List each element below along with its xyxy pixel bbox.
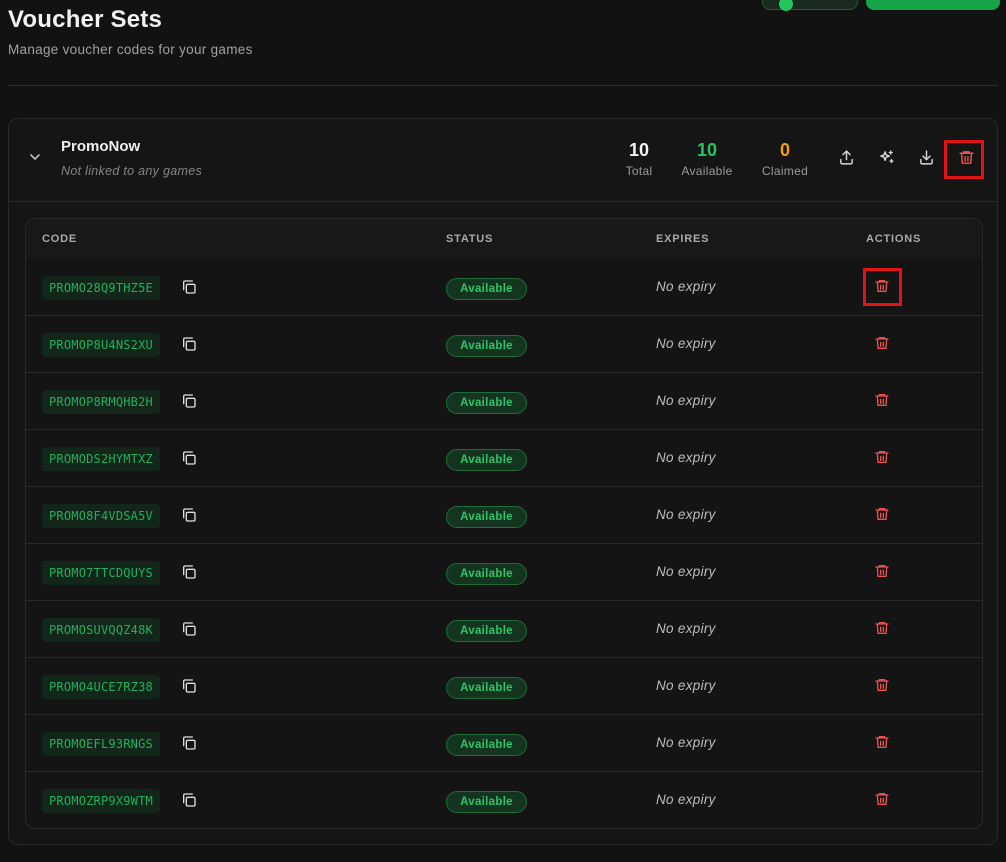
voucher-code[interactable]: PROMO8F4VDSA5V [42, 504, 160, 528]
status-badge: Available [446, 734, 527, 756]
copy-icon[interactable] [181, 678, 197, 694]
stat-claimed-label: Claimed [761, 164, 809, 178]
expiry-text: No expiry [656, 564, 716, 579]
table-row: PROMO4UCE7RZ38 Available No expiry [26, 658, 982, 715]
delete-code-trash-icon[interactable] [874, 734, 890, 750]
delete-code-trash-icon[interactable] [874, 335, 890, 351]
voucher-code[interactable]: PROMOEFL93RNGS [42, 732, 160, 756]
delete-code-trash-icon[interactable] [874, 506, 890, 522]
copy-icon[interactable] [181, 450, 197, 466]
stat-claimed-value: 0 [779, 140, 790, 160]
delete-code-trash-icon[interactable] [874, 677, 890, 693]
stat-available-label: Available [681, 164, 733, 178]
copy-icon[interactable] [181, 507, 197, 523]
voucher-codes-table: CODE STATUS EXPIRES ACTIONS PROMO28Q9THZ… [25, 218, 983, 829]
copy-icon[interactable] [181, 621, 197, 637]
highlight-box [944, 140, 984, 179]
generate-codes-button[interactable] [876, 147, 896, 167]
column-header-status: STATUS [446, 233, 494, 245]
table-row: PROMOSUVQQZ48K Available No expiry [26, 601, 982, 658]
expiry-text: No expiry [656, 621, 716, 636]
status-badge: Available [446, 791, 527, 813]
highlight-box [863, 268, 902, 306]
voucher-set-header[interactable]: PromoNow Not linked to any games 10 Tota… [9, 119, 997, 202]
table-row: PROMO28Q9THZ5E Available No expiry [26, 259, 982, 316]
status-badge: Available [446, 563, 527, 585]
upload-button[interactable] [836, 147, 856, 167]
voucher-code[interactable]: PROMOP8U4NS2XU [42, 333, 160, 357]
table-row: PROMOP8RMQHB2H Available No expiry [26, 373, 982, 430]
copy-icon[interactable] [181, 279, 197, 295]
table-row: PROMOP8U4NS2XU Available No expiry [26, 316, 982, 373]
stat-total: 10 Total [621, 139, 657, 178]
expiry-text: No expiry [656, 336, 716, 351]
download-button[interactable] [916, 147, 936, 167]
voucher-code[interactable]: PROMOSUVQQZ48K [42, 618, 160, 642]
voucher-code[interactable]: PROMO4UCE7RZ38 [42, 675, 160, 699]
copy-icon[interactable] [181, 393, 197, 409]
chevron-down-icon[interactable] [27, 149, 43, 165]
copy-icon[interactable] [181, 336, 197, 352]
table-row: PROMOEFL93RNGS Available No expiry [26, 715, 982, 772]
expiry-text: No expiry [656, 792, 716, 807]
sparkles-icon [879, 149, 894, 163]
voucher-code[interactable]: PROMOP8RMQHB2H [42, 390, 160, 414]
table-row: PROMO7TTCDQUYS Available No expiry [26, 544, 982, 601]
table-header: CODE STATUS EXPIRES ACTIONS [26, 219, 982, 259]
status-badge: Available [446, 677, 527, 699]
voucher-set-card: PromoNow Not linked to any games 10 Tota… [8, 118, 998, 845]
stat-available-value: 10 [696, 140, 718, 160]
status-badge: Available [446, 449, 527, 471]
page-title: Voucher Sets [8, 6, 163, 33]
column-header-expires: EXPIRES [656, 233, 710, 245]
page-subtitle: Manage voucher codes for your games [8, 42, 253, 57]
delete-code-trash-icon[interactable] [874, 791, 890, 807]
copy-icon[interactable] [181, 564, 197, 580]
status-badge: Available [446, 620, 527, 642]
download-icon [919, 149, 933, 165]
voucher-code[interactable]: PROMO7TTCDQUYS [42, 561, 160, 585]
voucher-code[interactable]: PROMOZRP9X9WTM [42, 789, 160, 813]
delete-code-trash-icon[interactable] [874, 563, 890, 579]
expiry-text: No expiry [656, 450, 716, 465]
status-badge: Available [446, 335, 527, 357]
status-badge: Available [446, 392, 527, 414]
table-row: PROMO8F4VDSA5V Available No expiry [26, 487, 982, 544]
delete-code-trash-icon[interactable] [874, 449, 890, 465]
stat-available: 10 Available [677, 139, 737, 178]
copy-icon[interactable] [181, 735, 197, 751]
voucher-set-name: PromoNow [61, 138, 141, 155]
status-badge: Available [446, 278, 527, 300]
copy-icon[interactable] [181, 792, 197, 808]
expiry-text: No expiry [656, 678, 716, 693]
expiry-text: No expiry [656, 279, 716, 294]
linked-games-text: Not linked to any games [61, 164, 203, 178]
column-header-code: CODE [42, 233, 77, 245]
stat-total-value: 10 [628, 140, 650, 160]
table-row: PROMOZRP9X9WTM Available No expiry [26, 772, 982, 828]
stat-claimed: 0 Claimed [757, 139, 813, 178]
expiry-text: No expiry [656, 735, 716, 750]
status-badge: Available [446, 506, 527, 528]
status-dot-icon [779, 0, 793, 11]
column-header-actions: ACTIONS [866, 233, 922, 245]
upload-icon [839, 149, 853, 165]
stat-total-label: Total [625, 164, 653, 178]
divider [8, 85, 998, 86]
create-voucher-set-button[interactable] [866, 0, 1000, 10]
expiry-text: No expiry [656, 393, 716, 408]
expiry-text: No expiry [656, 507, 716, 522]
voucher-code[interactable]: PROMO28Q9THZ5E [42, 276, 160, 300]
delete-code-trash-icon[interactable] [874, 620, 890, 636]
table-row: PROMODS2HYMTXZ Available No expiry [26, 430, 982, 487]
voucher-code[interactable]: PROMODS2HYMTXZ [42, 447, 160, 471]
secondary-action-button[interactable] [762, 0, 858, 11]
delete-code-trash-icon[interactable] [874, 392, 890, 408]
